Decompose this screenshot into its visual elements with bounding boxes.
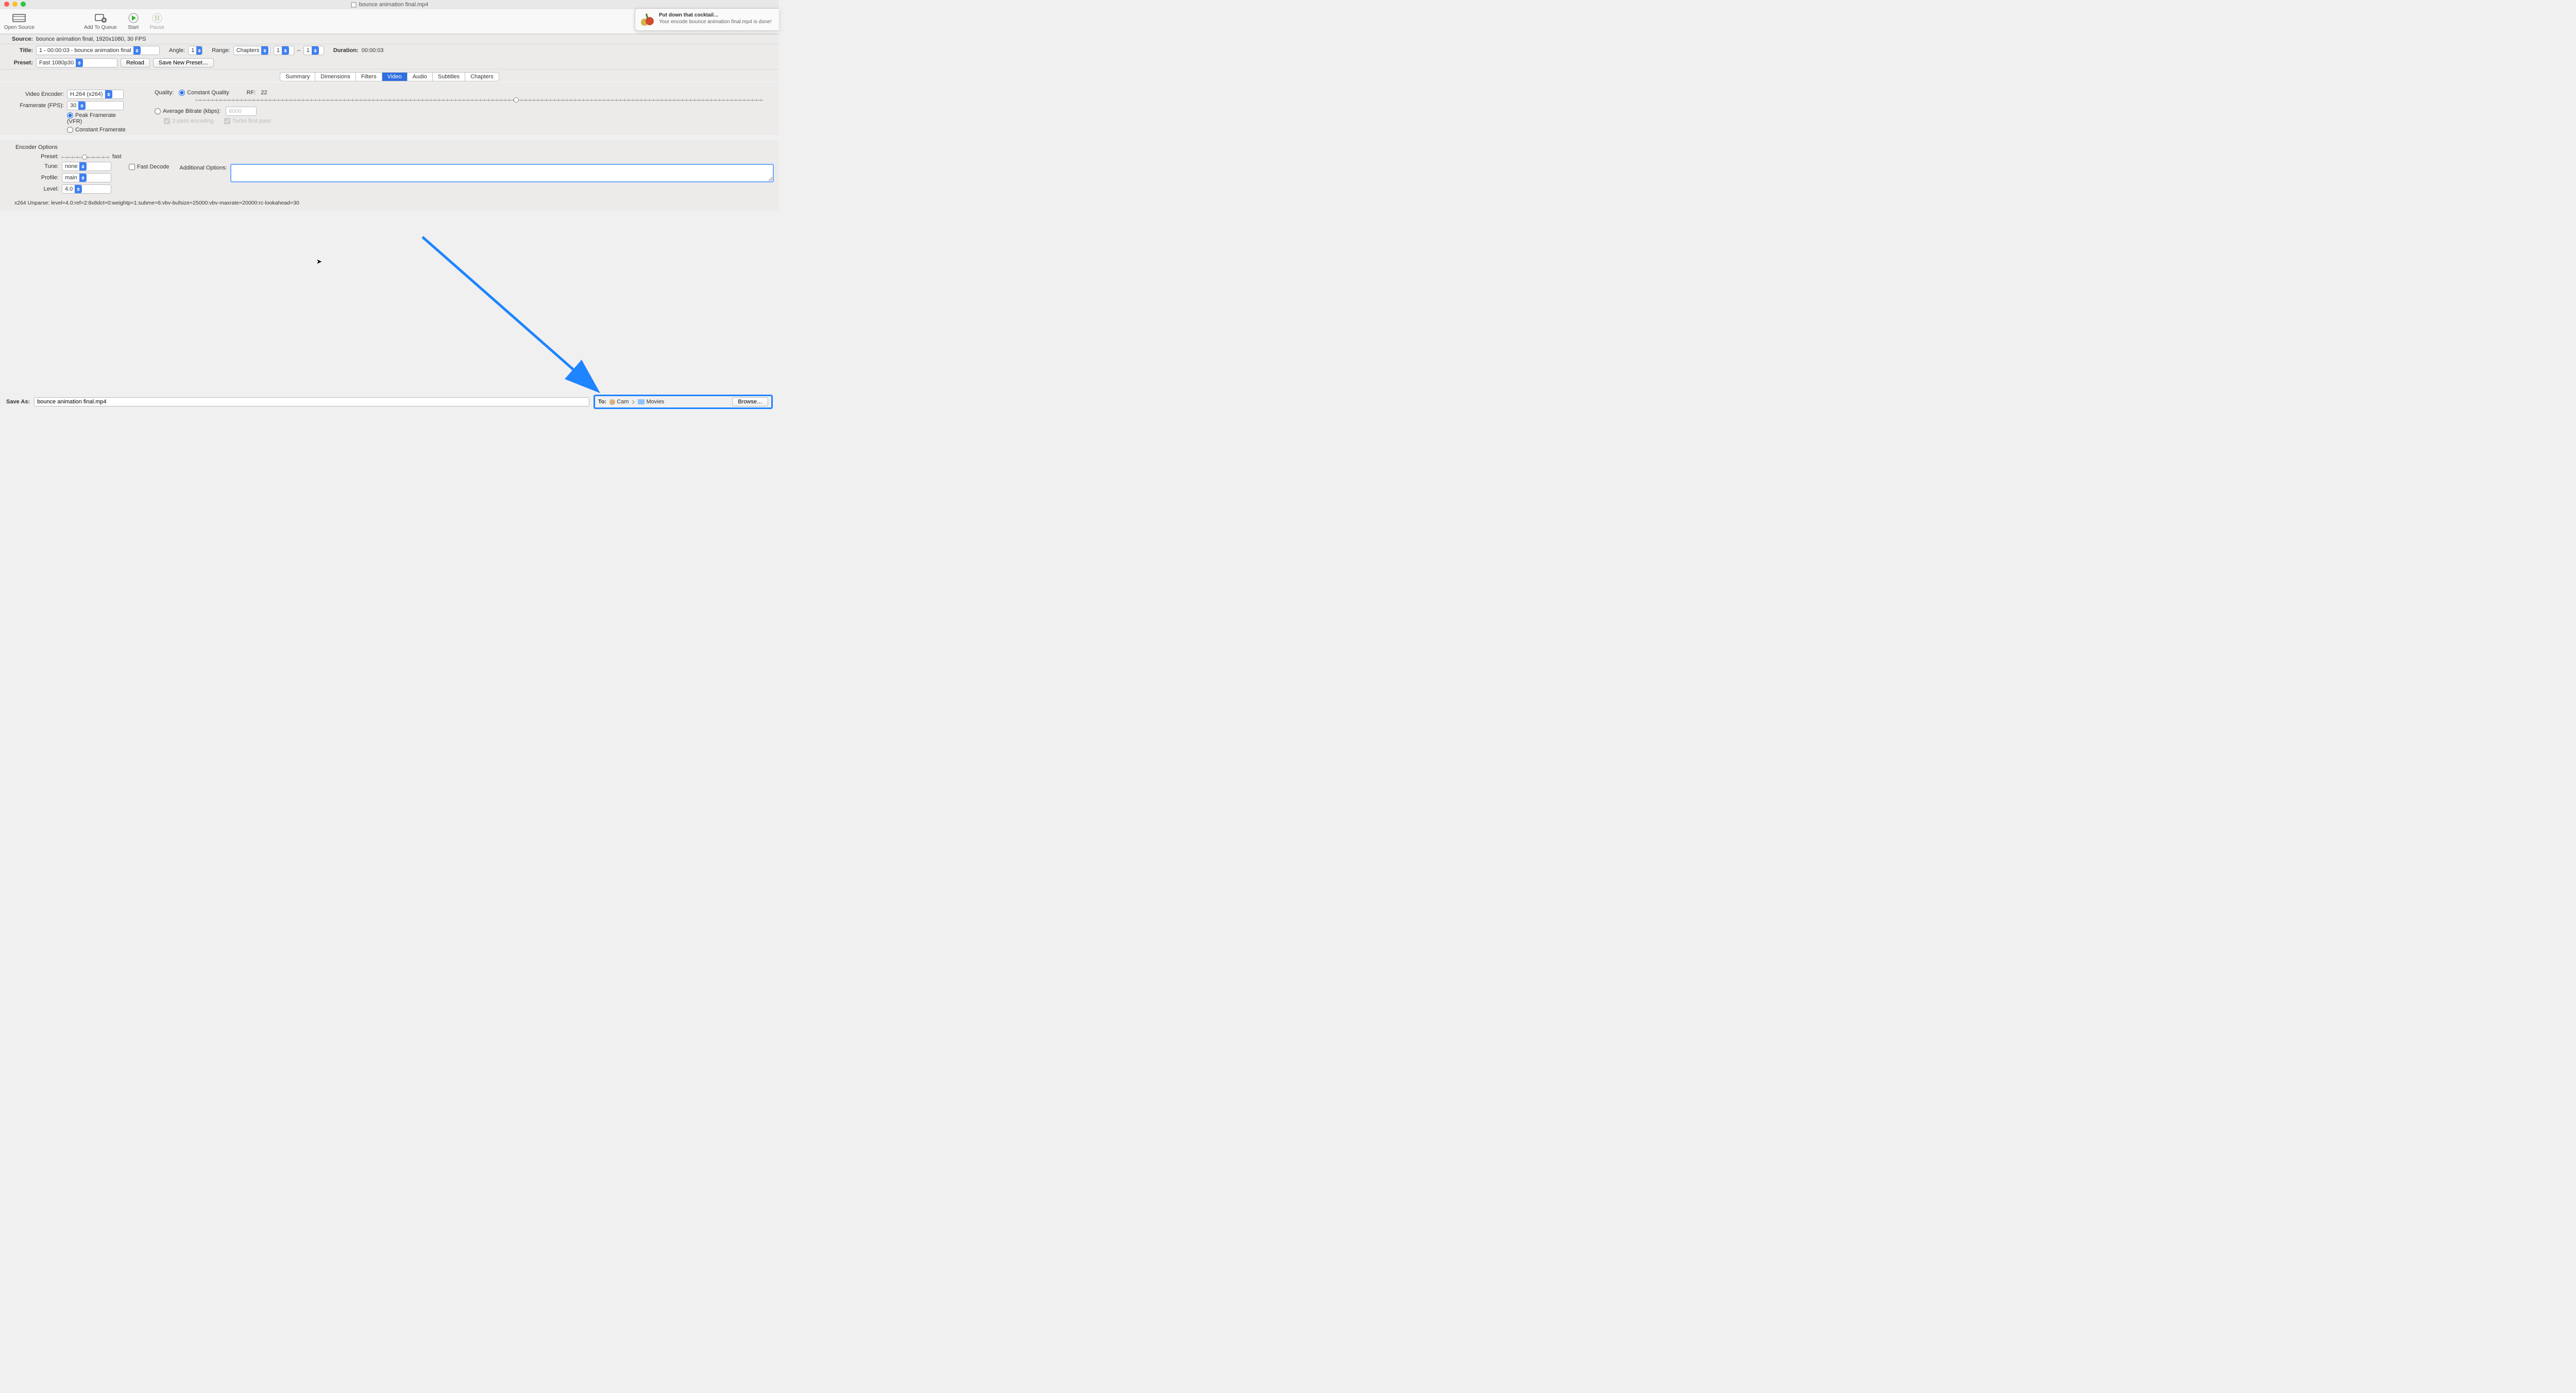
rf-label: RF: (247, 90, 256, 96)
quality-slider[interactable] (196, 99, 764, 101)
enc-preset-slider[interactable] (62, 155, 109, 159)
to-label: To: (598, 399, 606, 405)
preset-label: Preset: (5, 60, 33, 66)
title-row: Title: 1 - 00:00:03 - bounce animation f… (0, 44, 779, 57)
tab-filters[interactable]: Filters (356, 73, 382, 81)
window-title: bounce animation final.mp4 (351, 2, 429, 8)
angle-label: Angle: (169, 47, 185, 54)
profile-select[interactable]: main (62, 173, 111, 182)
source-label: Source: (5, 36, 33, 42)
tab-dimensions[interactable]: Dimensions (315, 73, 355, 81)
reload-button[interactable]: Reload (121, 58, 150, 67)
tab-video[interactable]: Video (382, 73, 408, 81)
fps-label: Framerate (FPS): (15, 103, 67, 109)
tab-audio[interactable]: Audio (408, 73, 433, 81)
path-user[interactable]: Cam (609, 399, 629, 405)
angle-select[interactable]: 1 (188, 46, 202, 55)
source-row: Source: bounce animation final, 1920x108… (0, 34, 779, 44)
encoder-options: Encoder Options Preset: fast Tune: none … (0, 140, 779, 196)
tab-subtitles[interactable]: Subtitles (433, 73, 465, 81)
traffic-lights (4, 2, 26, 7)
film-icon (351, 2, 357, 8)
fps-select[interactable]: 30 (67, 101, 124, 110)
bottom-bar: Save As: To: Cam Movies Browse… (6, 395, 773, 409)
notification[interactable]: Put down that cocktail… Your encode boun… (635, 8, 779, 31)
start-label: Start (128, 25, 139, 30)
chevron-right-icon (632, 400, 635, 404)
pause-button[interactable]: Pause (150, 12, 164, 30)
duration-label: Duration: (333, 47, 359, 54)
unparse-text: x264 Unparse: level=4.0:ref=2:8x8dct=0:w… (0, 196, 779, 210)
quality-label: Quality: (155, 90, 174, 96)
folder-icon (638, 399, 645, 404)
two-pass-checkbox: 2-pass encoding (164, 118, 214, 124)
source-value: bounce animation final, 1920x1080, 30 FP… (36, 36, 146, 42)
constant-quality-radio[interactable]: Constant Quality (179, 90, 229, 96)
title-select[interactable]: 1 - 00:00:03 - bounce animation final (36, 46, 160, 55)
additional-options-field[interactable] (230, 164, 774, 182)
cursor-icon: ➤ (316, 258, 322, 266)
duration-value: 00:00:03 (362, 47, 384, 54)
preset-select[interactable]: Fast 1080p30 (36, 58, 117, 67)
user-icon (609, 399, 615, 405)
turbo-first-pass-checkbox: Turbo first pass (224, 118, 271, 124)
tabs: Summary Dimensions Filters Video Audio S… (280, 72, 499, 81)
range-sep: – (297, 47, 300, 54)
save-as-label: Save As: (6, 399, 30, 405)
profile-label: Profile: (15, 175, 62, 181)
encoder-select[interactable]: H.264 (x264) (67, 90, 124, 99)
range-to-select[interactable]: 1 (303, 46, 324, 55)
fast-decode-checkbox[interactable]: Fast Decode (129, 164, 169, 170)
destination-box: To: Cam Movies Browse… (594, 395, 773, 409)
video-panel: Video Encoder: H.264 (x264) Framerate (F… (0, 82, 779, 135)
open-source-label: Open Source (4, 25, 35, 30)
close-icon[interactable] (4, 2, 9, 7)
zoom-icon[interactable] (21, 2, 26, 7)
tune-label: Tune: (15, 163, 62, 169)
title-label: Title: (5, 47, 33, 54)
save-new-preset-button[interactable]: Save New Preset… (153, 58, 214, 67)
range-from-select[interactable]: 1 (274, 46, 294, 55)
level-select[interactable]: 4.0 (62, 184, 111, 194)
notification-title: Put down that cocktail… (659, 12, 772, 19)
pause-label: Pause (150, 25, 164, 30)
encoder-label: Video Encoder: (15, 91, 67, 97)
additional-options-label: Additional Options: (179, 165, 227, 182)
tab-chapters[interactable]: Chapters (465, 73, 499, 81)
peak-framerate-radio[interactable]: Peak Framerate (VFR) (67, 112, 129, 125)
add-to-queue-button[interactable]: Add To Queue (84, 12, 117, 30)
encoder-options-header: Encoder Options (15, 144, 774, 150)
tune-select[interactable]: none (62, 162, 111, 171)
enc-preset-label: Preset: (15, 154, 62, 160)
save-as-field[interactable] (34, 397, 589, 406)
add-to-queue-label: Add To Queue (84, 25, 117, 30)
notification-message: Your encode bounce animation final.mp4 i… (659, 19, 772, 25)
notification-body: Put down that cocktail… Your encode boun… (659, 12, 772, 27)
rf-value: 22 (261, 90, 267, 96)
tab-summary[interactable]: Summary (280, 73, 315, 81)
minimize-icon[interactable] (12, 2, 18, 7)
start-button[interactable]: Start (126, 12, 141, 30)
level-label: Level: (15, 186, 62, 192)
open-source-button[interactable]: Open Source (4, 12, 35, 30)
browse-button[interactable]: Browse… (732, 397, 768, 406)
path-folder[interactable]: Movies (638, 399, 664, 405)
range-mode-select[interactable]: Chapters (233, 46, 270, 55)
notification-icon (639, 12, 655, 27)
avg-bitrate-field[interactable] (226, 107, 257, 116)
range-label: Range: (212, 47, 230, 54)
avg-bitrate-radio[interactable]: Average Bitrate (kbps): (155, 108, 221, 114)
enc-preset-speed: fast (112, 154, 122, 160)
tabs-panel: Summary Dimensions Filters Video Audio S… (0, 70, 779, 81)
preset-row: Preset: Fast 1080p30 Reload Save New Pre… (0, 57, 779, 70)
constant-framerate-radio[interactable]: Constant Framerate (67, 127, 129, 133)
